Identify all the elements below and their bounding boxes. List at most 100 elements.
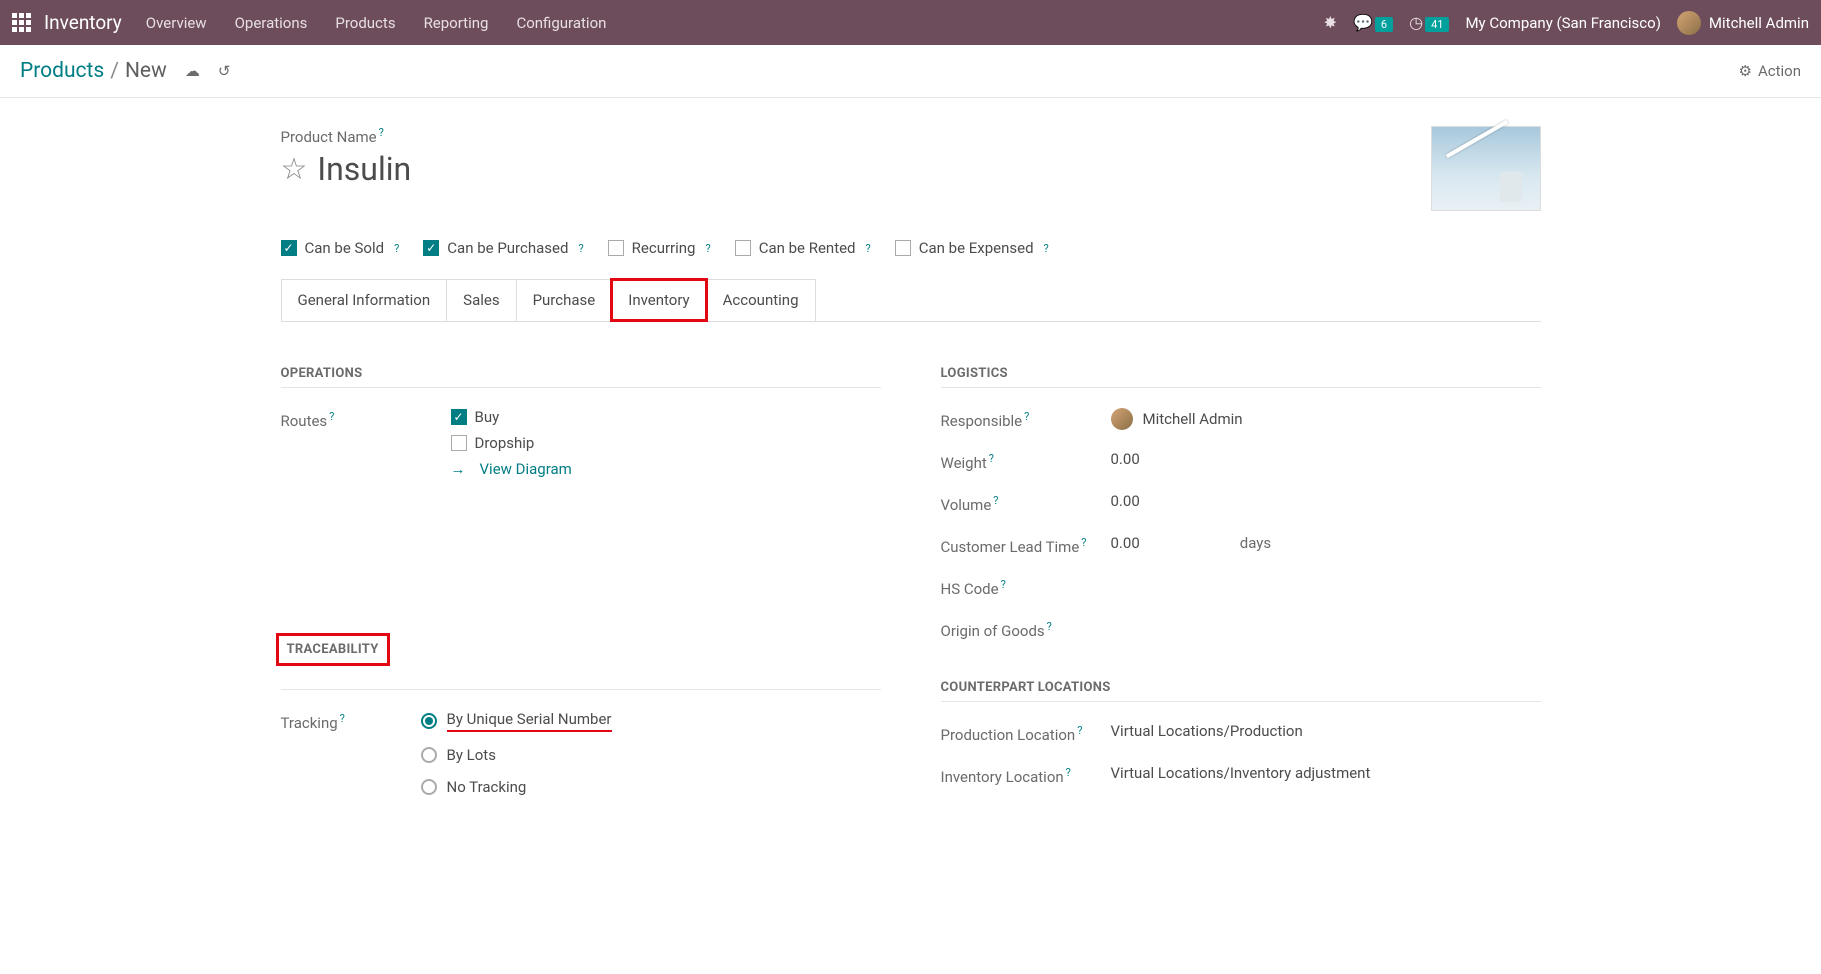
favorite-star-icon[interactable]: ☆ <box>281 152 308 187</box>
checkbox-buy[interactable]: ✓ <box>451 409 467 425</box>
volume-input[interactable]: 0.00 <box>1111 492 1541 510</box>
label-rented: Can be Rented <box>759 239 856 257</box>
checkbox-rented[interactable] <box>735 240 751 256</box>
route-dropship: Dropship <box>475 434 535 452</box>
nav-products[interactable]: Products <box>335 14 395 32</box>
breadcrumb-bar: Products / New ☁ ↺ ⚙ Action <box>0 45 1821 98</box>
section-traceability: TRACEABILITY <box>281 638 385 661</box>
chat-badge: 6 <box>1375 17 1393 32</box>
inv-loc-input[interactable]: Virtual Locations/Inventory adjustment <box>1111 764 1541 782</box>
lead-label: Customer Lead Time <box>941 538 1080 556</box>
tracking-none: No Tracking <box>447 778 527 796</box>
topbar-right: ✸ 💬6 ◷41 My Company (San Francisco) Mitc… <box>1324 11 1809 35</box>
help-icon[interactable]: ? <box>1024 410 1029 423</box>
help-icon[interactable]: ? <box>329 410 334 423</box>
help-icon[interactable]: ? <box>705 242 710 255</box>
action-label: Action <box>1758 62 1801 80</box>
label-sold: Can be Sold <box>305 239 385 257</box>
nav-menu: Overview Operations Products Reporting C… <box>146 14 1324 32</box>
help-icon[interactable]: ? <box>394 242 399 255</box>
cloud-upload-icon[interactable]: ☁ <box>185 62 200 80</box>
activity-badge: 41 <box>1425 17 1449 32</box>
prod-loc-label: Production Location <box>941 726 1076 744</box>
chat-button[interactable]: 💬6 <box>1353 13 1393 32</box>
help-icon[interactable]: ? <box>340 712 345 725</box>
panels: OPERATIONS Routes? ✓Buy Dropship View Di… <box>281 366 1541 816</box>
product-name-label: Product Name <box>281 128 377 146</box>
origin-label: Origin of Goods <box>941 622 1045 640</box>
radio-none[interactable] <box>421 779 437 795</box>
hs-label: HS Code <box>941 580 999 598</box>
checkbox-recurring[interactable] <box>608 240 624 256</box>
activity-button[interactable]: ◷41 <box>1409 13 1449 32</box>
lead-unit: days <box>1240 534 1271 552</box>
tracking-serial: By Unique Serial Number <box>447 710 612 732</box>
tab-inventory[interactable]: Inventory <box>611 279 706 321</box>
tab-general[interactable]: General Information <box>281 279 448 321</box>
nav-overview[interactable]: Overview <box>146 14 207 32</box>
nav-operations[interactable]: Operations <box>235 14 308 32</box>
help-icon[interactable]: ? <box>1081 536 1086 549</box>
help-icon[interactable]: ? <box>1001 578 1006 591</box>
product-image[interactable] <box>1431 126 1541 211</box>
right-panel: LOGISTICS Responsible? Mitchell Admin We… <box>941 366 1541 816</box>
breadcrumb-sep: / <box>110 59 119 83</box>
undo-icon[interactable]: ↺ <box>218 62 231 80</box>
product-name-input[interactable]: Insulin <box>317 150 411 188</box>
tabs: General Information Sales Purchase Inven… <box>281 279 1541 322</box>
checkbox-sold[interactable]: ✓ <box>281 240 297 256</box>
tab-sales[interactable]: Sales <box>446 279 516 321</box>
action-button[interactable]: ⚙ Action <box>1739 62 1801 80</box>
user-menu[interactable]: Mitchell Admin <box>1677 11 1809 35</box>
help-icon[interactable]: ? <box>1047 620 1052 633</box>
product-header: Product Name? ☆ Insulin <box>281 126 1541 211</box>
checkbox-purchased[interactable]: ✓ <box>423 240 439 256</box>
tab-purchase[interactable]: Purchase <box>516 279 613 321</box>
view-diagram-link[interactable]: View Diagram <box>451 460 881 478</box>
clock-icon: ◷ <box>1409 13 1423 32</box>
help-icon[interactable]: ? <box>379 126 384 139</box>
checkbox-dropship[interactable] <box>451 435 467 451</box>
gear-icon: ⚙ <box>1739 62 1752 80</box>
app-title[interactable]: Inventory <box>44 11 122 34</box>
nav-configuration[interactable]: Configuration <box>516 14 606 32</box>
radio-lots[interactable] <box>421 747 437 763</box>
inv-loc-label: Inventory Location <box>941 768 1064 786</box>
left-panel: OPERATIONS Routes? ✓Buy Dropship View Di… <box>281 366 881 816</box>
chat-icon: 💬 <box>1353 13 1373 32</box>
bug-icon[interactable]: ✸ <box>1324 13 1337 32</box>
help-icon[interactable]: ? <box>1077 724 1082 737</box>
user-name: Mitchell Admin <box>1709 14 1809 32</box>
responsible-field[interactable]: Mitchell Admin <box>1111 408 1541 430</box>
apps-grid-icon[interactable] <box>12 13 32 33</box>
section-counterpart: COUNTERPART LOCATIONS <box>941 680 1541 702</box>
responsible-value: Mitchell Admin <box>1143 410 1243 428</box>
product-flags: ✓ Can be Sold? ✓ Can be Purchased? Recurri… <box>281 239 1541 257</box>
help-icon[interactable]: ? <box>989 452 994 465</box>
help-icon[interactable]: ? <box>1044 242 1049 255</box>
help-icon[interactable]: ? <box>866 242 871 255</box>
avatar <box>1677 11 1701 35</box>
tab-accounting[interactable]: Accounting <box>706 279 816 321</box>
radio-serial[interactable] <box>421 713 437 729</box>
nav-reporting[interactable]: Reporting <box>424 14 489 32</box>
breadcrumb-root[interactable]: Products <box>20 59 104 83</box>
help-icon[interactable]: ? <box>578 242 583 255</box>
prod-loc-input[interactable]: Virtual Locations/Production <box>1111 722 1541 740</box>
content: Product Name? ☆ Insulin ✓ Can be Sold? ✓ C… <box>181 98 1641 856</box>
label-expensed: Can be Expensed <box>919 239 1034 257</box>
routes-label: Routes <box>281 412 328 430</box>
avatar <box>1111 408 1133 430</box>
label-purchased: Can be Purchased <box>447 239 568 257</box>
label-recurring: Recurring <box>632 239 696 257</box>
route-buy: Buy <box>475 408 500 426</box>
lead-input[interactable]: 0.00 <box>1111 534 1140 552</box>
weight-input[interactable]: 0.00 <box>1111 450 1541 468</box>
volume-label: Volume <box>941 496 992 514</box>
checkbox-expensed[interactable] <box>895 240 911 256</box>
company-selector[interactable]: My Company (San Francisco) <box>1465 14 1660 32</box>
section-logistics: LOGISTICS <box>941 366 1541 388</box>
help-icon[interactable]: ? <box>993 494 998 507</box>
tracking-lots: By Lots <box>447 746 496 764</box>
help-icon[interactable]: ? <box>1066 766 1071 779</box>
